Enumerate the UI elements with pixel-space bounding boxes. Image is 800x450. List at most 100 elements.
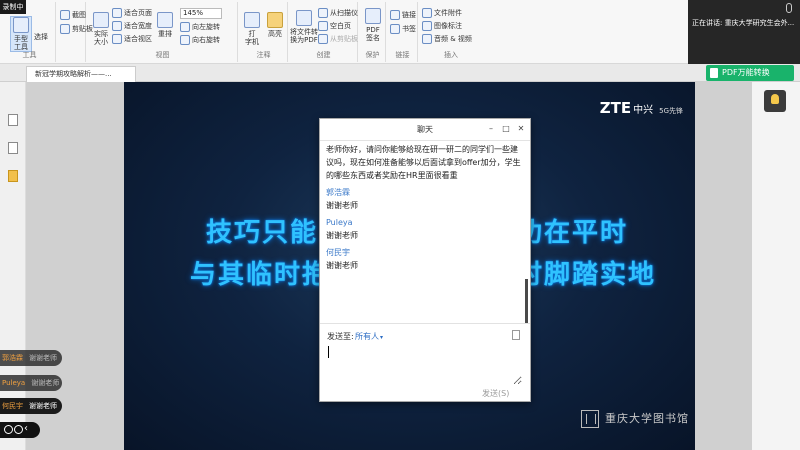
slide-line2-right: 时脚踏实地 [516, 260, 657, 290]
slide-line1-left: 技巧只能 [206, 218, 319, 248]
copy-icon[interactable] [8, 142, 18, 154]
insert-group: 文件附件 图像标注 音频 & 视频 插入 [420, 2, 482, 62]
danmaku-name: Puleya [2, 379, 26, 387]
select-button[interactable]: 选择 [34, 32, 48, 42]
chat-message-text: 谢谢老师 [326, 201, 358, 210]
convert-to-pdf-button[interactable]: 将文件转 换为PDF [290, 10, 318, 44]
typewriter-label: 打 字机 [245, 30, 259, 46]
chat-titlebar[interactable]: 聊天 – □ ✕ [320, 119, 530, 141]
protect-group-label: 保护 [365, 51, 380, 59]
annotation-tag-icon[interactable] [8, 170, 18, 182]
highlight-label: 高亮 [268, 30, 282, 38]
chat-scrollbar[interactable] [525, 279, 528, 323]
document-tab-label: 新冠学期攻略解析——... [35, 70, 112, 78]
slide-line2-left: 与其临时抱 [190, 260, 331, 290]
danmaku-bubble: 何民宇 谢谢老师 [0, 398, 62, 414]
reflow-label: 重排 [158, 30, 172, 38]
speaker-status-panel: 正在讲话: 重庆大学研究生会外... [688, 0, 800, 64]
file-attach-button[interactable]: 文件附件 [422, 8, 462, 18]
rotate-right-button[interactable]: 向右旋转 [180, 35, 220, 45]
paste-icon [318, 34, 328, 44]
link-label: 链接 [402, 11, 416, 19]
attachment-icon [422, 8, 432, 18]
chat-input[interactable] [326, 345, 522, 385]
library-watermark: 重庆大学图书馆 [581, 410, 689, 428]
fit-visible-icon [112, 34, 122, 44]
from-clipboard-button[interactable]: 从剪贴板 [318, 34, 358, 44]
rotate-right-icon [180, 35, 190, 45]
fit-width-button[interactable]: 适合宽度 [112, 21, 152, 31]
danmaku-text: 谢谢老师 [29, 354, 57, 362]
camera-icon [60, 10, 70, 20]
fit-page-icon [112, 8, 122, 18]
highlight-button[interactable]: 高亮 [264, 12, 286, 38]
reflow-button[interactable]: 重排 [154, 12, 176, 38]
convert-pdf-label: 将文件转 换为PDF [290, 28, 318, 44]
hand-tool-button[interactable]: 手型 工具 [10, 16, 32, 52]
collapse-icon[interactable]: ‹ [24, 423, 28, 434]
link-button[interactable]: 链接 [390, 10, 416, 20]
fit-visible-button[interactable]: 适合视区 [112, 34, 152, 44]
emoji-icon[interactable] [4, 425, 13, 434]
page-icon [93, 12, 109, 28]
page-thumbnail-icon[interactable] [8, 114, 18, 126]
actual-size-button[interactable]: 实际 大小 [90, 12, 112, 46]
image-annot-button[interactable]: 图像标注 [422, 21, 462, 31]
recipient-value: 所有人 [355, 332, 379, 341]
fit-width-icon [112, 21, 122, 31]
maximize-button[interactable]: □ [501, 124, 511, 134]
rotate-right-label: 向右旋转 [192, 36, 220, 44]
settings-icon[interactable] [14, 425, 23, 434]
view-group-label: 视图 [155, 51, 170, 59]
rotate-left-label: 向左旋转 [192, 23, 220, 31]
image-annot-label: 图像标注 [434, 22, 462, 30]
pdf-convert-button[interactable]: PDF万能转换 [706, 65, 794, 81]
tools-group-label: 工具 [22, 51, 37, 59]
from-scanner-button[interactable]: 从扫描仪 [318, 8, 358, 18]
document-tab[interactable]: 新冠学期攻略解析——... [26, 66, 136, 82]
recipient-select[interactable]: 所有人▾ [355, 331, 383, 342]
fit-page-label: 适合页面 [124, 9, 152, 17]
chat-sender: Puleya [326, 218, 353, 227]
danmaku-text: 谢谢老师 [31, 379, 60, 387]
hand-icon [13, 17, 29, 33]
pen-icon [365, 8, 381, 24]
fit-page-button[interactable]: 适合页面 [112, 8, 152, 18]
bookmark-icon [390, 24, 400, 34]
chat-dialog: 聊天 – □ ✕ 老师你好，请问你能够给现在研一研二的同学们一些建议吗，现在如何… [319, 118, 531, 402]
bookmark-button[interactable]: 书签 [390, 24, 416, 34]
send-button[interactable]: 发送(S) [482, 388, 509, 399]
blank-page-button[interactable]: 空白页 [318, 21, 351, 31]
send-file-icon[interactable] [512, 330, 520, 340]
audio-video-button[interactable]: 音频 & 视频 [422, 34, 472, 44]
protect-group: PDF 签名 保护 [360, 2, 386, 62]
chat-title: 聊天 [417, 125, 433, 134]
rotate-left-button[interactable]: 向左旋转 [180, 22, 220, 32]
danmaku-bubble: 郭浩霖 谢谢老师 [0, 350, 62, 366]
minimize-button[interactable]: – [486, 124, 496, 134]
screenshot-button[interactable]: 截图 [60, 10, 86, 20]
right-panel [752, 82, 800, 450]
left-sidebar [0, 82, 26, 450]
zoom-select[interactable]: 145% [180, 8, 222, 19]
pdf-sign-button[interactable]: PDF 签名 [362, 8, 384, 42]
close-button[interactable]: ✕ [516, 124, 526, 134]
danmaku-bubble: Puleya 谢谢老师 [0, 375, 62, 391]
actual-size-label: 实际 大小 [94, 30, 108, 46]
chat-message-text: 谢谢老师 [326, 261, 358, 270]
pdf-sign-label: PDF 签名 [366, 26, 380, 42]
rotate-left-icon [180, 22, 190, 32]
comment-group-label: 注释 [256, 51, 271, 59]
links-group: 链接 书签 链接 [388, 2, 418, 62]
pdf-convert-label: PDF万能转换 [722, 68, 770, 77]
lightbulb-icon[interactable] [764, 90, 786, 112]
select-label: 选择 [34, 33, 48, 41]
fit-width-label: 适合宽度 [124, 22, 152, 30]
media-icon [422, 34, 432, 44]
document-tab-bar: 新冠学期攻略解析——... PDF万能转换 [0, 64, 800, 82]
typewriter-button[interactable]: 打 字机 [241, 12, 263, 46]
links-group-label: 链接 [395, 51, 410, 59]
clipboard-icon [60, 24, 70, 34]
highlight-icon [267, 12, 283, 28]
comment-group: 打 字机 高亮 注释 [240, 2, 288, 62]
